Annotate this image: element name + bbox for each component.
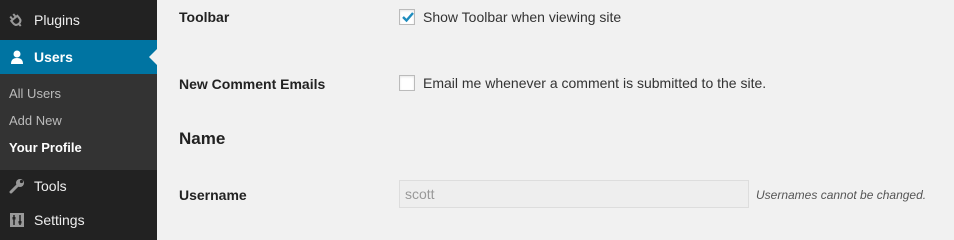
username-label: Username (179, 187, 247, 203)
menu-item-tools[interactable]: Tools (0, 170, 157, 202)
comment-emails-label: New Comment Emails (179, 76, 326, 92)
menu-item-label: Users (34, 49, 73, 65)
menu-item-users[interactable]: Users (0, 40, 157, 74)
settings-icon (9, 212, 25, 228)
comment-emails-checkbox-label[interactable]: Email me whenever a comment is submitted… (423, 75, 766, 91)
username-description: Usernames cannot be changed. (756, 188, 927, 202)
profile-form: Toolbar Show Toolbar when viewing site N… (157, 0, 954, 240)
users-submenu: All Users Add New Your Profile (0, 74, 157, 170)
users-icon (9, 49, 25, 65)
admin-sidebar: Plugins Users All Users Add New Your Pro… (0, 0, 157, 240)
menu-item-label: Plugins (34, 12, 80, 28)
submenu-item-add-new[interactable]: Add New (9, 113, 62, 128)
submenu-item-your-profile[interactable]: Your Profile (9, 140, 82, 155)
toolbar-label: Toolbar (179, 9, 230, 25)
name-section-title: Name (179, 129, 226, 148)
menu-item-label: Settings (34, 212, 85, 228)
plugins-icon (9, 12, 25, 28)
menu-item-settings[interactable]: Settings (0, 204, 157, 236)
tools-icon (9, 178, 25, 194)
checkmark-icon (402, 12, 414, 23)
submenu-item-all-users[interactable]: All Users (9, 86, 61, 101)
username-input[interactable] (399, 180, 749, 208)
toolbar-checkbox-label[interactable]: Show Toolbar when viewing site (423, 9, 621, 25)
menu-item-label: Tools (34, 178, 67, 194)
menu-item-plugins[interactable]: Plugins (0, 3, 157, 37)
toolbar-checkbox[interactable] (399, 9, 415, 25)
comment-emails-checkbox[interactable] (399, 75, 415, 91)
